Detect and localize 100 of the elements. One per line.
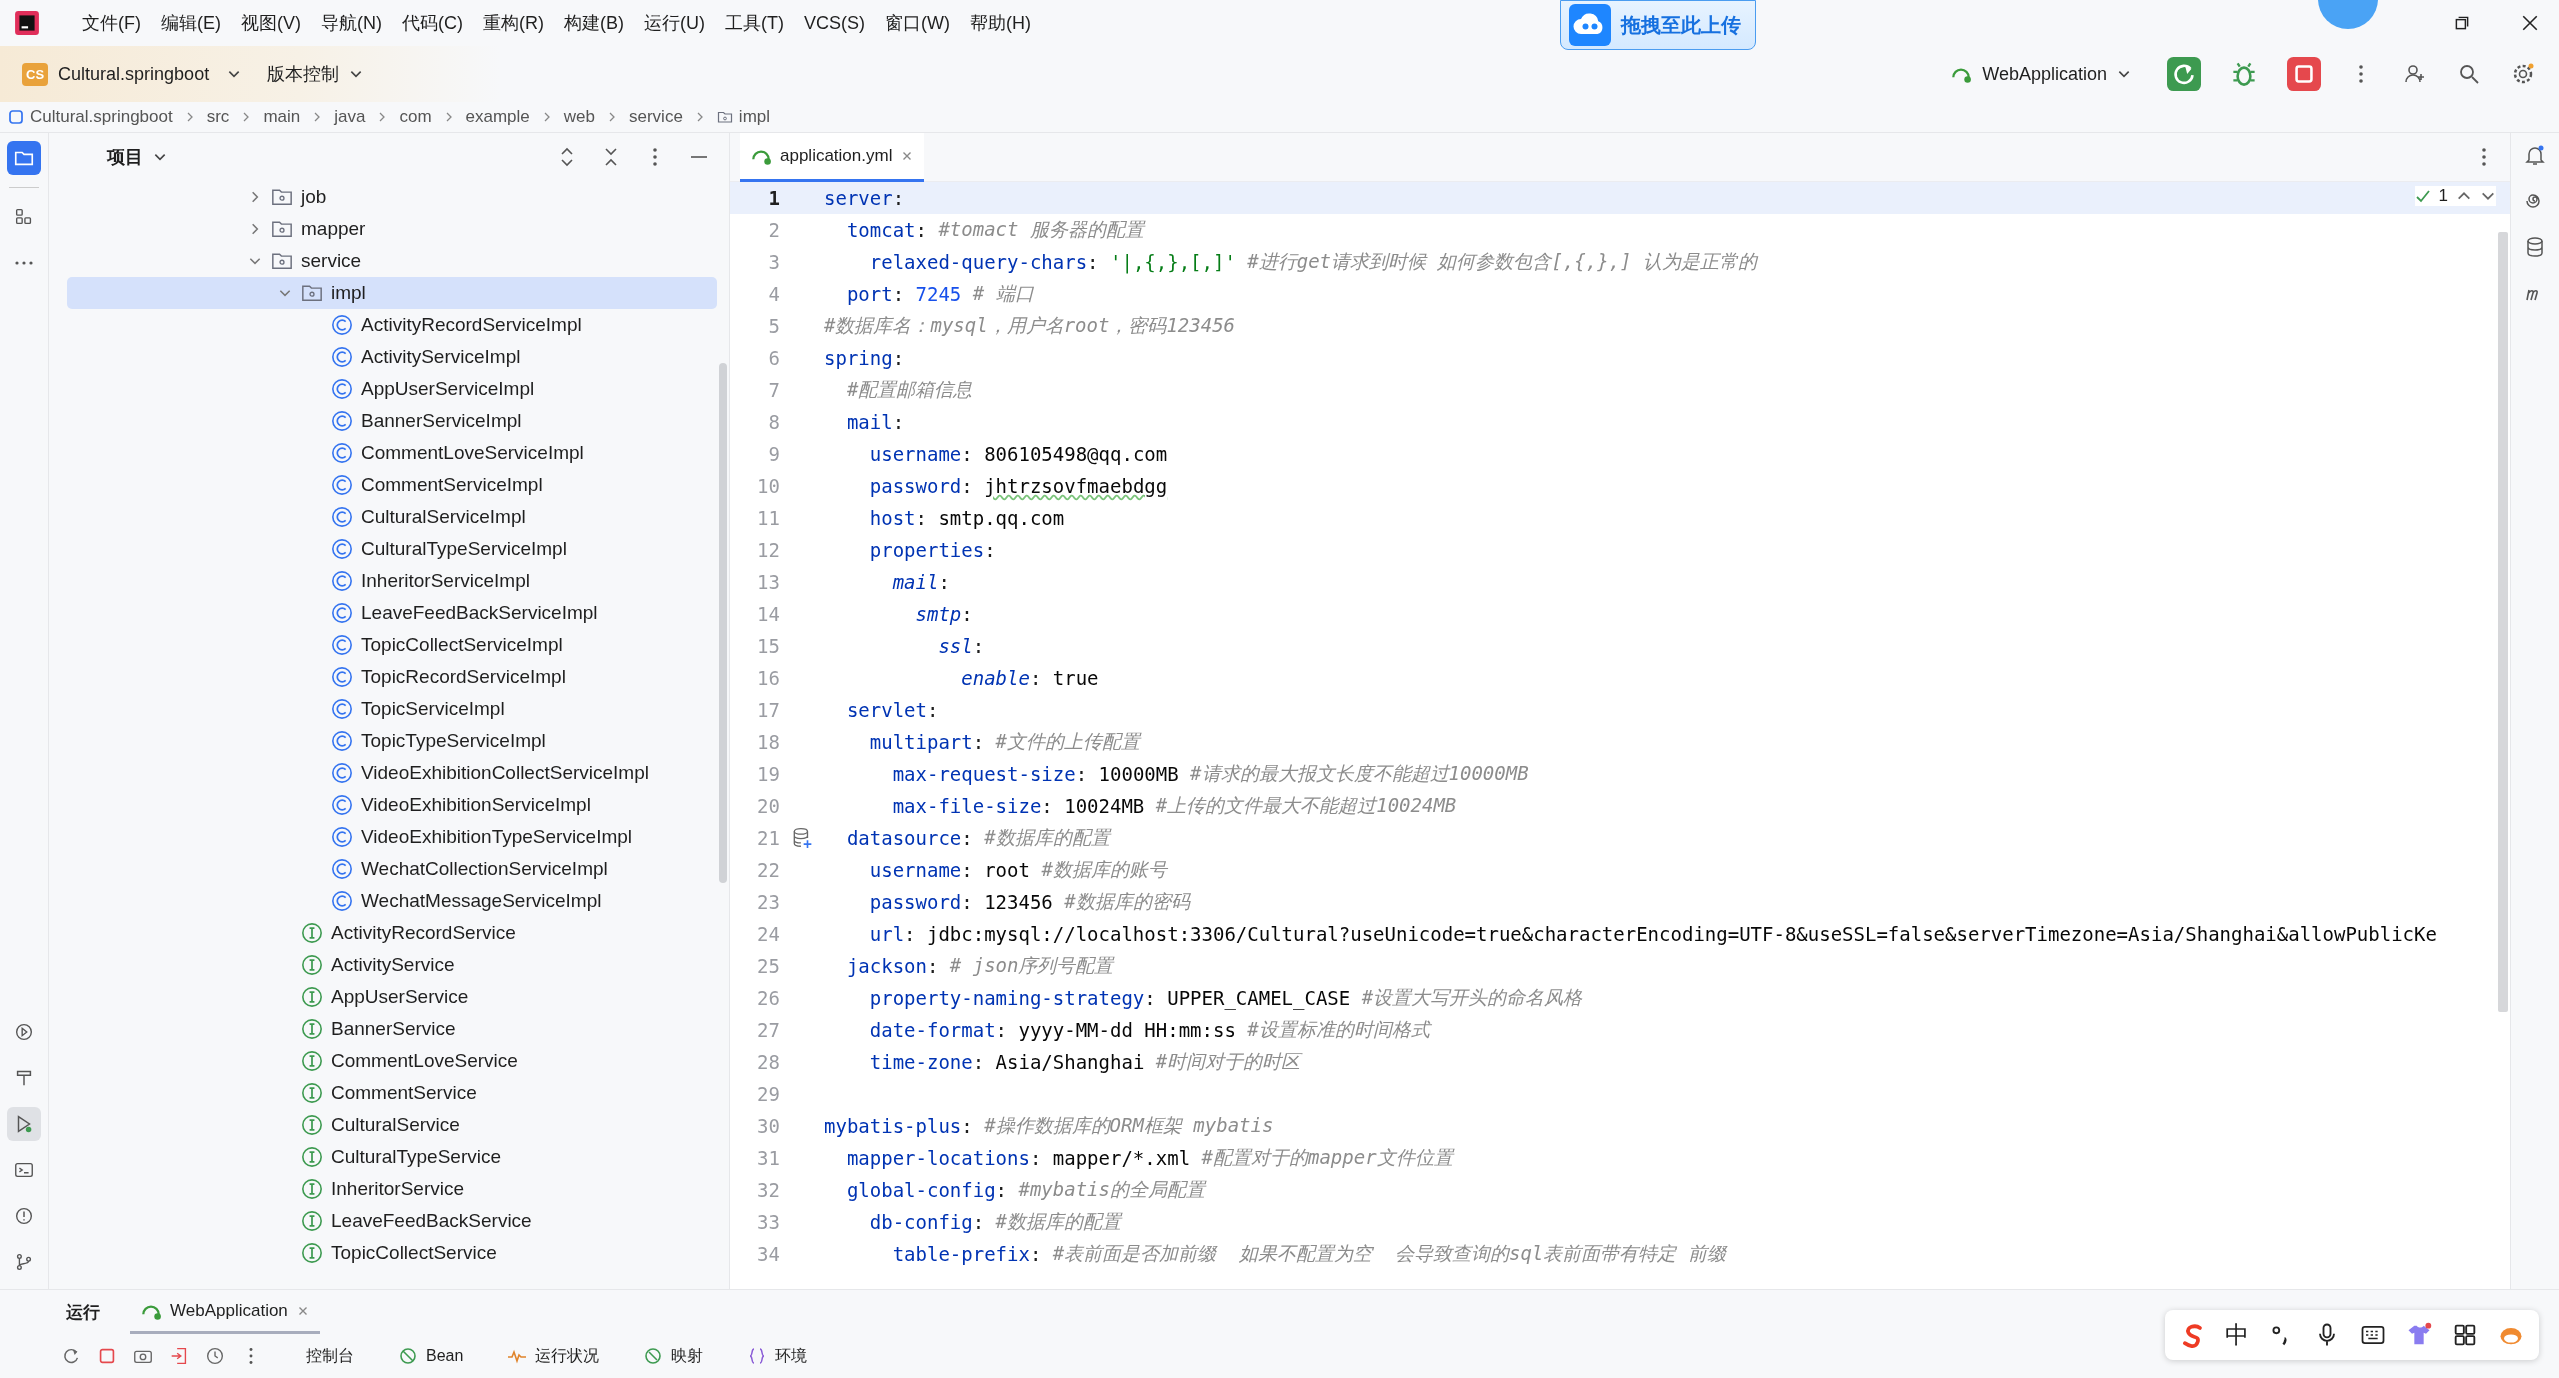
run-config-selector[interactable]: WebApplication (1942, 57, 2139, 91)
tree-item[interactable]: ActivityService (67, 949, 717, 981)
tree-item[interactable]: CulturalServiceImpl (67, 501, 717, 533)
menu-item[interactable]: 导航(N) (313, 7, 390, 39)
tree-item[interactable]: BannerServiceImpl (67, 405, 717, 437)
tree-item[interactable]: VideoExhibitionTypeServiceImpl (67, 821, 717, 853)
breadcrumb[interactable]: java (334, 107, 366, 127)
settings-icon[interactable] (2511, 62, 2535, 86)
scrollbar[interactable] (2498, 232, 2508, 1012)
tree-item[interactable]: mapper (67, 213, 717, 245)
upload-button[interactable]: 拖拽至此上传 (1560, 0, 1756, 50)
vcs-widget[interactable]: 版本控制 (259, 56, 372, 92)
line-number: 26 (756, 987, 780, 1009)
menu-item[interactable]: 视图(V) (233, 7, 309, 39)
view-tab[interactable]: 控制台 (306, 1345, 354, 1367)
tree-item[interactable]: CommentServiceImpl (67, 469, 717, 501)
tree-item[interactable]: ActivityRecordServiceImpl (67, 309, 717, 341)
breadcrumb[interactable]: web (563, 107, 595, 127)
line-number: 8 (767, 411, 780, 433)
code-line: mybatis-plus: #操作数据库的ORM框架 mybatis (824, 1113, 1275, 1139)
menu-item[interactable]: 工具(T) (717, 7, 792, 39)
search-icon[interactable] (2457, 62, 2481, 86)
app-logo-icon[interactable] (14, 10, 40, 36)
tree-item[interactable]: VideoExhibitionCollectServiceImpl (67, 757, 717, 789)
tree-item[interactable]: AppUserService (67, 981, 717, 1013)
tree-item[interactable]: job (67, 181, 717, 213)
tree-item[interactable]: CommentService (67, 1077, 717, 1109)
view-tab[interactable]: 运行状况 (507, 1345, 600, 1367)
tree-item[interactable]: CulturalService (67, 1109, 717, 1141)
check-icon[interactable] (2414, 188, 2431, 204)
tree-item[interactable]: VideoExhibitionServiceImpl (67, 789, 717, 821)
breadcrumb[interactable]: main (263, 107, 301, 127)
close-icon[interactable] (2521, 14, 2539, 32)
menu-item[interactable]: 帮助(H) (961, 7, 1039, 39)
tree-item[interactable]: CommentLoveServiceImpl (67, 437, 717, 469)
tree-item[interactable]: TopicCollectServiceImpl (67, 629, 717, 661)
tree-item[interactable]: AppUserServiceImpl (67, 373, 717, 405)
tree-item[interactable]: LeaveFeedBackService (67, 1205, 717, 1237)
tool-window-button[interactable] (7, 1107, 41, 1141)
breadcrumb[interactable]: impl (738, 107, 771, 127)
line-number: 20 (756, 795, 780, 817)
interface-icon (301, 986, 323, 1008)
tree-item[interactable]: impl (67, 277, 717, 309)
code-line: time-zone: Asia/Shanghai #时间对于的时区 (868, 1049, 1304, 1075)
tree-item[interactable]: WechatCollectionServiceImpl (67, 853, 717, 885)
tree-item[interactable]: InheritorServiceImpl (67, 565, 717, 597)
class-icon (331, 890, 353, 912)
notification-bell-icon[interactable] (2523, 143, 2547, 167)
tree-item[interactable]: InheritorService (67, 1173, 717, 1205)
menu-item[interactable]: 编辑(E) (153, 7, 229, 39)
project-view-selector[interactable]: 项目 (99, 139, 175, 175)
tree-item[interactable]: BannerService (67, 1013, 717, 1045)
menu-item[interactable]: 运行(U) (636, 7, 713, 39)
project-name: Cultural.springboot (58, 63, 210, 85)
tree-item[interactable]: CulturalTypeService (67, 1141, 717, 1173)
code-line: datasource: #数据库的配置 (845, 825, 1113, 851)
menu-item[interactable]: VCS(S) (795, 8, 873, 38)
tree-item[interactable]: TopicRecordServiceImpl (67, 661, 717, 693)
breadcrumb[interactable]: src (206, 107, 230, 127)
tree-item[interactable]: TopicCollectService (67, 1237, 717, 1269)
class-icon (331, 378, 353, 400)
restore-icon[interactable] (2453, 14, 2471, 32)
tool-window-button[interactable] (7, 141, 41, 175)
database-icon[interactable] (792, 827, 812, 849)
tree-item[interactable]: service (67, 245, 717, 277)
tree-item[interactable]: LeaveFeedBackServiceImpl (67, 597, 717, 629)
tree-item[interactable]: CommentLoveService (67, 1045, 717, 1077)
tree-item[interactable]: TopicServiceImpl (67, 693, 717, 725)
view-tab[interactable]: Bean (398, 1346, 464, 1366)
tree-item[interactable]: WechatMessageServiceImpl (67, 885, 717, 917)
menu-item[interactable]: 文件(F) (74, 7, 149, 39)
menu-item[interactable]: 代码(C) (394, 7, 471, 39)
class-icon (331, 346, 353, 368)
tree-item[interactable]: ActivityServiceImpl (67, 341, 717, 373)
tree-item[interactable]: ActivityRecordService (67, 917, 717, 949)
chevron-right-icon (607, 111, 617, 123)
rerun-button-icon[interactable] (2167, 57, 2201, 91)
breadcrumb[interactable]: service (629, 107, 683, 127)
code-line: property-naming-strategy: UPPER_CAMEL_CASE #设置大写开头的命名风格 (868, 985, 1584, 1012)
run-tab[interactable]: WebApplication (130, 1290, 320, 1334)
menu-item[interactable]: 构建(B) (556, 7, 632, 39)
code-line: table-prefix: #表前面是否加前缀 如果不配置为空 会导致查询的sql表前面带有特定 前缀 (891, 1241, 1729, 1267)
project-widget[interactable]: CS Cultural.springboot (14, 56, 250, 92)
interface-icon (301, 1178, 323, 1200)
stop-button-icon[interactable] (2287, 57, 2321, 91)
tree-item[interactable]: CulturalTypeServiceImpl (67, 533, 717, 565)
scrollbar[interactable] (719, 363, 727, 883)
input-mode[interactable]: 中 (2225, 1319, 2249, 1351)
breadcrumb[interactable]: example (465, 107, 530, 127)
clock-icon[interactable] (204, 1345, 226, 1367)
view-tab[interactable]: 映射 (643, 1345, 704, 1367)
breadcrumb[interactable]: Cultural.springboot (30, 107, 173, 127)
menu-item[interactable]: 窗口(W) (877, 7, 958, 39)
menu-item[interactable]: 重构(R) (475, 7, 552, 39)
view-tab[interactable]: 环境 (747, 1345, 808, 1367)
tree-item[interactable]: TopicTypeServiceImpl (67, 725, 717, 757)
inspection-count[interactable]: 1 (2438, 186, 2448, 206)
code-line: password: 123456 #数据库的密码 (868, 889, 1192, 915)
editor-tab[interactable]: application.yml (740, 132, 925, 182)
breadcrumb[interactable]: com (399, 107, 432, 127)
